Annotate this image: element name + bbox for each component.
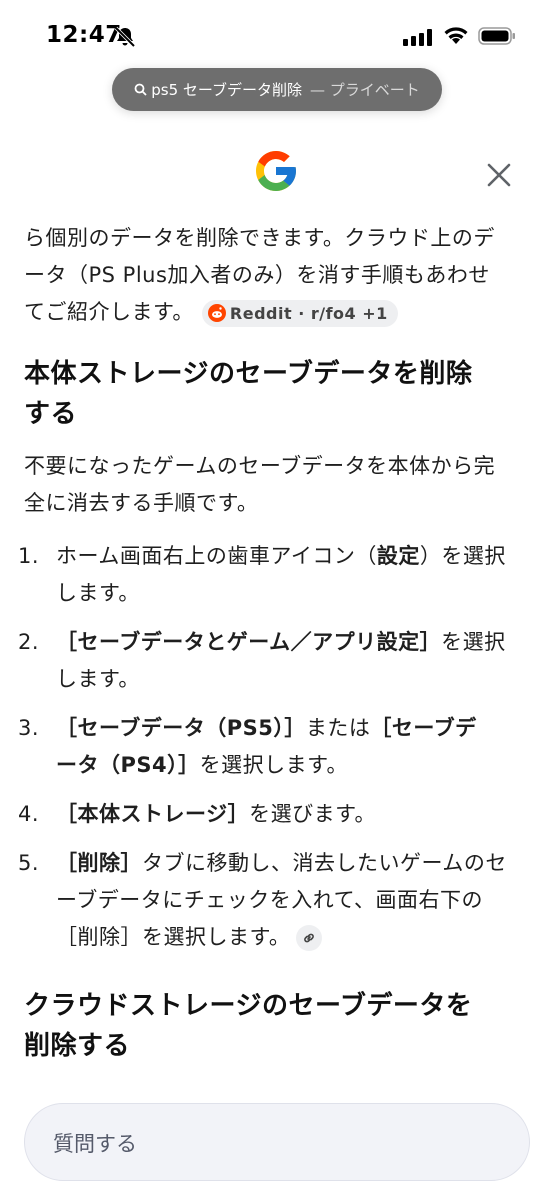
cellular-signal-icon — [403, 29, 432, 46]
search-icon — [134, 83, 147, 96]
bell-muted-icon — [114, 26, 136, 48]
content-fade — [0, 1060, 554, 1100]
list-item: 5. ［削除］タブに移動し、消去したいゲームのセ ーブデータにチェックを入れて、… — [18, 851, 507, 951]
google-logo-icon — [256, 151, 296, 191]
list-item: 3. ［セーブデータ（PS5）］または［セーブデ ータ（PS4）］を選択します。 — [18, 716, 477, 777]
source-chip[interactable]: Reddit · r/fo4 +1 — [201, 299, 398, 327]
source-chip-label: Reddit · r/fo4 +1 — [229, 303, 388, 323]
ask-placeholder: 質問する — [53, 1132, 137, 1156]
close-icon[interactable] — [484, 160, 514, 190]
article-body: ら個別のデータを削除できます。クラウド上のデ ータ（PS Plus加入者のみ）を… — [18, 220, 534, 1066]
url-query: ps5 セーブデータ削除 — [151, 81, 302, 99]
reddit-icon — [207, 304, 226, 322]
section-heading-cloud-storage: クラウドストレージのセーブデータを 削除する — [24, 991, 473, 1061]
section-heading-local-storage: 本体ストレージのセーブデータを削除 する — [24, 359, 473, 429]
steps-list: 1. ホーム画面右上の歯車アイコン（設定）を選択 します。 2. ［セーブデータ… — [18, 538, 534, 956]
ask-input[interactable]: 質問する — [24, 1103, 530, 1181]
intro-paragraph: ら個別のデータを削除できます。クラウド上のデ ータ（PS Plus加入者のみ）を… — [24, 220, 534, 331]
list-item: 4. ［本体ストレージ］を選びます。 — [18, 802, 376, 826]
battery-icon — [478, 27, 515, 45]
private-mode-label: — プライベート — [309, 81, 420, 99]
url-bar[interactable]: ps5 セーブデータ削除 — プライベート — [112, 68, 442, 111]
wifi-icon — [444, 27, 468, 44]
status-time: 12:47 — [46, 22, 122, 48]
list-item: 1. ホーム画面右上の歯車アイコン（設定）を選択 します。 — [18, 544, 506, 605]
status-bar: 12:47 — [0, 0, 554, 72]
section-intro-paragraph: 不要になったゲームのセーブデータを本体から完 全に消去する手順です。 — [24, 454, 496, 515]
link-icon[interactable] — [296, 925, 323, 951]
list-item: 2. ［セーブデータとゲーム／アプリ設定］を選択 します。 — [18, 630, 506, 691]
